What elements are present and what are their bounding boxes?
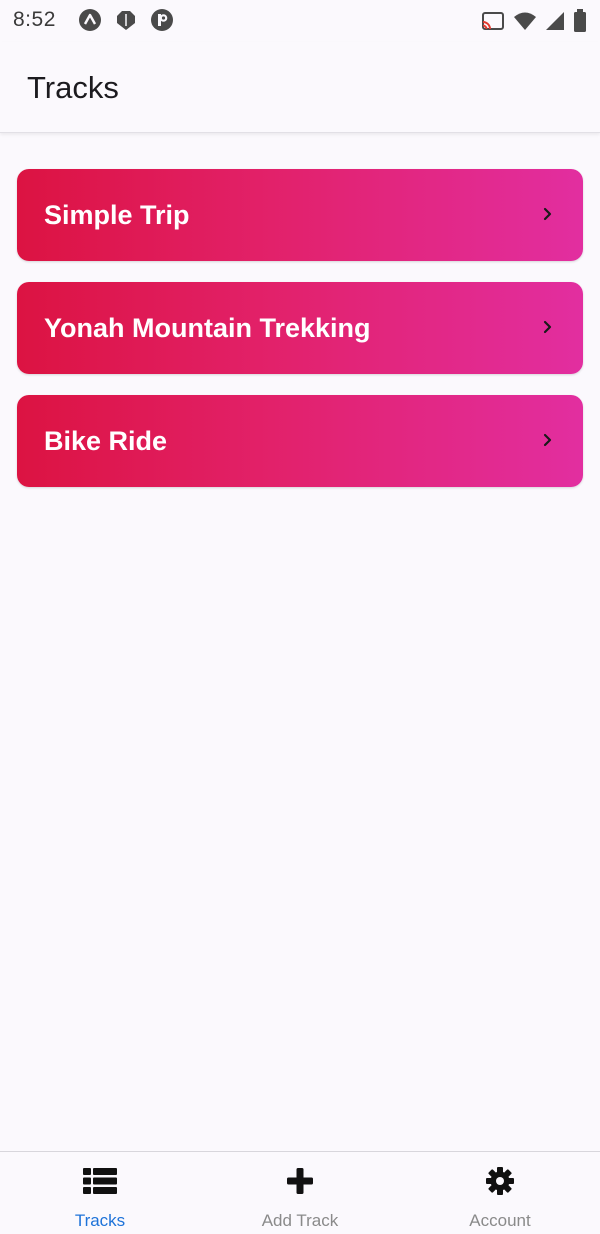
track-list: Simple Trip Yonah Mountain Trekking Bike… xyxy=(17,169,583,508)
bottom-nav: Tracks Add Track Account xyxy=(0,1151,600,1234)
track-name: Simple Trip xyxy=(44,200,190,230)
list-icon xyxy=(82,1166,118,1196)
track-card-bike-ride[interactable]: Bike Ride xyxy=(17,395,583,487)
gear-icon xyxy=(482,1166,518,1196)
status-left-icons xyxy=(78,8,174,37)
tab-add-track[interactable]: Add Track xyxy=(200,1152,400,1234)
tab-tracks[interactable]: Tracks xyxy=(0,1152,200,1234)
tab-account[interactable]: Account xyxy=(400,1152,600,1234)
plus-icon xyxy=(282,1166,318,1196)
signal-icon xyxy=(545,10,565,37)
track-card-simple-trip[interactable]: Simple Trip xyxy=(17,169,583,261)
track-name: Bike Ride xyxy=(44,426,168,456)
status-bar: 8:52 xyxy=(0,0,600,42)
app-a-icon xyxy=(78,8,102,37)
chevron-right-icon xyxy=(541,320,555,334)
chevron-right-icon xyxy=(541,207,555,221)
page-title: Tracks xyxy=(27,70,119,105)
cast-icon xyxy=(481,10,505,37)
wifi-icon xyxy=(513,10,537,37)
battery-icon xyxy=(573,9,587,38)
status-right-icons xyxy=(481,9,587,38)
track-card-yonah-mountain-trekking[interactable]: Yonah Mountain Trekking xyxy=(17,282,583,374)
chevron-right-icon xyxy=(541,433,555,447)
shield-icon xyxy=(114,8,138,37)
tab-label: Tracks xyxy=(74,1211,126,1230)
tab-label: Account xyxy=(469,1211,531,1230)
status-time: 8:52 xyxy=(13,8,56,31)
app-header: Tracks xyxy=(0,42,600,133)
tab-label: Add Track xyxy=(261,1211,339,1230)
app-p-icon xyxy=(150,8,174,37)
track-name: Yonah Mountain Trekking xyxy=(44,313,371,343)
